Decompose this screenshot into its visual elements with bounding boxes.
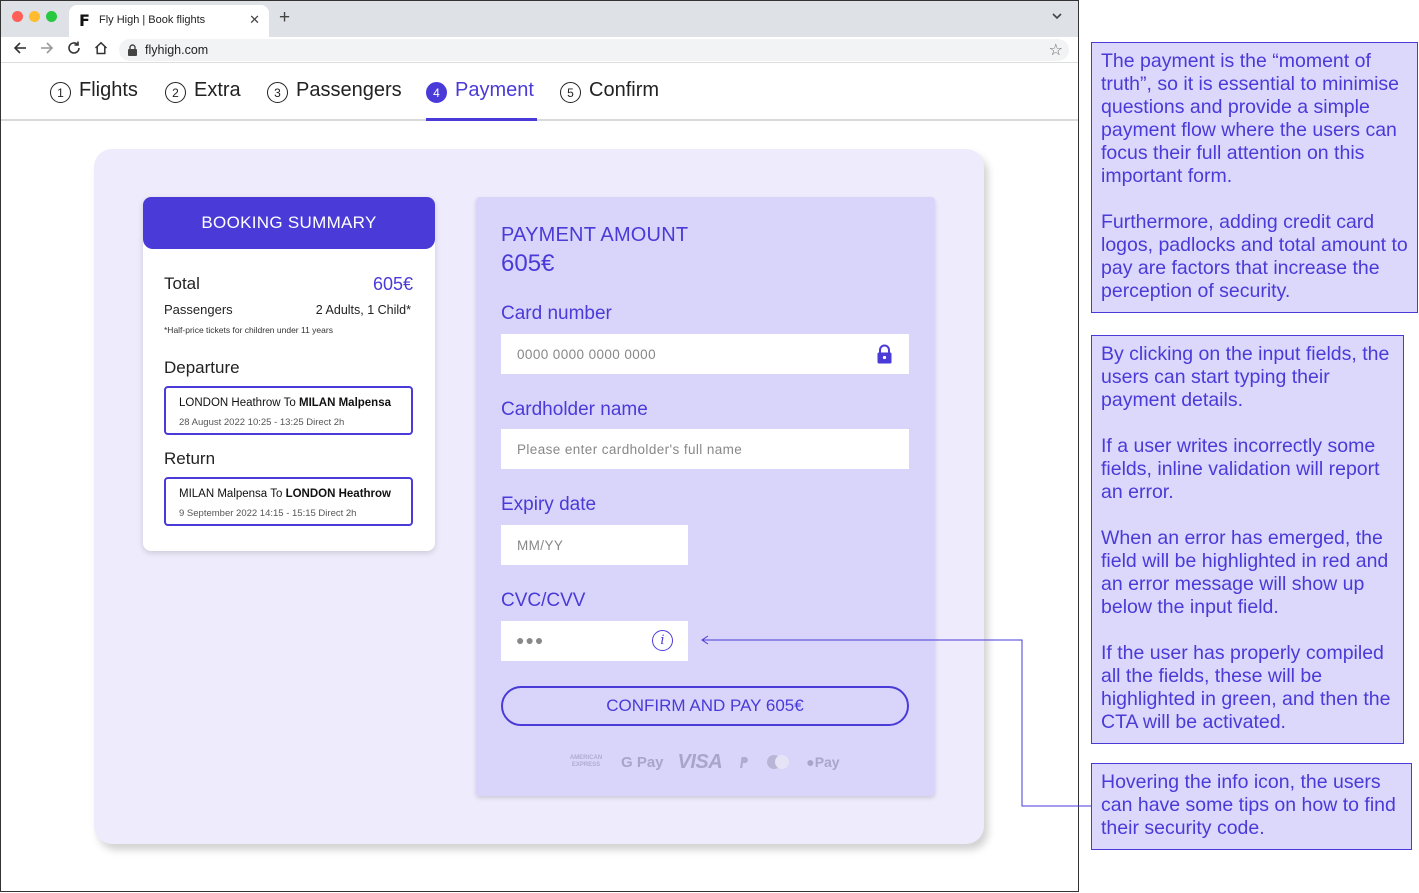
forward-arrow-icon[interactable] [39,40,55,56]
payment-form: PAYMENT AMOUNT 605€ Card number Cardhold… [476,197,935,796]
active-step-underline [426,118,537,121]
address-bar: flyhigh.com ☆ [1,37,1078,63]
annotation-input-validation: By clicking on the input fields, the use… [1091,335,1404,744]
expiry-date-input[interactable] [501,525,688,565]
passengers-value: 2 Adults, 1 Child* [315,303,411,317]
departure-info: 28 August 2022 10:25 - 13:25 Direct 2h [179,417,345,428]
return-label: Return [164,449,216,468]
new-tab-icon[interactable]: + [279,7,290,29]
route-to: MILAN Malpensa [298,397,391,409]
annotation-paragraph: If a user writes incorrectly some fields… [1101,435,1380,503]
return-flight-card: MILAN Malpensa To LONDON Heathrow 9 Sept… [164,477,413,526]
padlock-icon [128,44,137,56]
annotation-paragraph: If the user has properly compiled all th… [1101,642,1391,733]
step-number: 3 [267,82,288,103]
step-label: Passengers [296,79,402,101]
annotation-info-icon: Hovering the info icon, the users can ha… [1091,763,1412,850]
annotation-paragraph: When an error has emerged, the field wil… [1101,527,1389,618]
total-value: 605€ [372,274,413,294]
step-flights[interactable]: 1 Flights [50,79,138,119]
booking-summary: BOOKING SUMMARY Total 605€ Passengers 2 … [143,197,435,551]
cardholder-name-input[interactable] [501,429,909,469]
browser-window: F Fly High | Book flights ✕ + flyhigh.co… [0,0,1079,892]
step-label: Extra [194,79,241,101]
paypal-logo-icon [740,757,749,768]
return-route: MILAN Malpensa To LONDON Heathrow [179,488,391,500]
step-payment[interactable]: 4 Payment [426,79,534,119]
payment-amount-title: PAYMENT AMOUNT [501,224,689,246]
payment-amount-value: 605€ [501,250,555,277]
card-logos: AMERICAN EXPRESS G Pay VISA ●Pay [565,750,840,774]
back-arrow-icon[interactable] [12,40,28,56]
total-label: Total [164,274,200,293]
visa-logo-icon: VISA [677,750,723,773]
mastercard-logo-icon [767,755,790,769]
annotation-paragraph: Hovering the info icon, the users can ha… [1101,771,1396,839]
step-label: Flights [79,79,138,101]
tab-close-icon[interactable]: ✕ [249,12,260,28]
checkout-steps-nav: 1 Flights 2 Extra 3 Passengers 4 Payment… [1,63,1078,121]
url-field[interactable]: flyhigh.com ☆ [119,39,1069,61]
booking-summary-title: BOOKING SUMMARY [143,197,435,249]
card-number-label: Card number [501,303,612,324]
chevron-down-icon[interactable] [1050,9,1064,23]
url-text: flyhigh.com [145,43,209,57]
cvc-label: CVC/CVV [501,590,586,611]
route-from: MILAN Malpensa [179,488,268,500]
step-label: Payment [455,79,534,101]
route-from: LONDON Heathrow [179,397,281,409]
cvc-masked-value: ●●● [516,632,545,648]
confirm-and-pay-button[interactable]: CONFIRM AND PAY 605€ [501,686,909,726]
google-pay-logo-icon: G Pay [621,753,664,771]
departure-label: Departure [164,358,240,377]
route-to: LONDON Heathrow [285,488,391,500]
step-label: Confirm [589,79,660,101]
expiry-date-label: Expiry date [501,494,597,515]
cvc-input[interactable]: ●●● i [501,621,688,661]
amex-logo-icon: AMERICAN EXPRESS [565,753,607,771]
route-to-word: To [283,397,296,409]
amex-line2: EXPRESS [571,762,601,768]
step-number: 5 [560,82,581,103]
window-close-button[interactable] [12,11,23,22]
return-info: 9 September 2022 14:15 - 15:15 Direct 2h [179,508,357,519]
card-number-input[interactable] [501,334,909,374]
step-number: 4 [426,82,447,103]
step-number: 1 [50,82,71,103]
annotation-paragraph: Furthermore, adding credit card logos, p… [1101,211,1408,302]
apple-pay-logo-icon: ●Pay [806,754,840,770]
step-passengers[interactable]: 3 Passengers [267,79,402,119]
fly-high-logo-icon: F [79,11,90,30]
window-minimize-button[interactable] [29,11,40,22]
apple-pay-text: Pay [814,754,840,770]
bookmark-star-icon[interactable]: ☆ [1049,40,1063,60]
route-to-word: To [270,488,283,500]
info-icon[interactable]: i [652,630,673,651]
home-icon[interactable] [93,40,109,56]
departure-route: LONDON Heathrow To MILAN Malpensa [179,397,391,409]
departure-flight-card: LONDON Heathrow To MILAN Malpensa 28 Aug… [164,386,413,435]
child-price-note: *Half-price tickets for children under 1… [164,325,333,335]
browser-tab[interactable]: F Fly High | Book flights ✕ [69,5,269,37]
annotation-paragraph: The payment is the “moment of truth”, so… [1101,50,1400,187]
passengers-label: Passengers [164,302,233,317]
amex-line1: AMERICAN [569,755,603,761]
padlock-icon [877,344,892,364]
cardholder-name-label: Cardholder name [501,399,648,420]
step-number: 2 [165,82,186,103]
window-maximize-button[interactable] [46,11,57,22]
reload-icon[interactable] [66,40,82,56]
step-confirm[interactable]: 5 Confirm [560,79,659,119]
annotation-paragraph: By clicking on the input fields, the use… [1101,343,1390,411]
annotation-payment-security: The payment is the “moment of truth”, so… [1091,42,1418,313]
step-extra[interactable]: 2 Extra [165,79,241,119]
tab-bar: F Fly High | Book flights ✕ + [1,1,1078,37]
root: F Fly High | Book flights ✕ + flyhigh.co… [0,0,1419,893]
tab-title: Fly High | Book flights [99,14,206,26]
